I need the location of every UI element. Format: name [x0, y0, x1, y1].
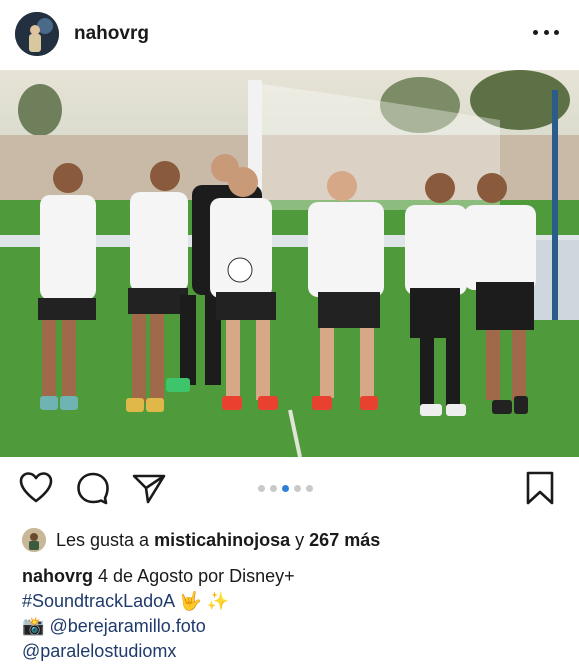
carousel-dot-active[interactable]: [282, 485, 289, 492]
caption-line-2: #SoundtrackLadoA 🤟 ✨: [22, 589, 229, 613]
carousel-dot[interactable]: [258, 485, 265, 492]
likes-connector: y: [295, 529, 305, 550]
likes-others[interactable]: 267 más: [309, 530, 380, 551]
carousel-indicator: [258, 485, 313, 492]
heart-icon[interactable]: [18, 470, 54, 506]
comment-icon[interactable]: [75, 470, 111, 506]
mention-link[interactable]: @paralelostudiomx: [22, 641, 176, 661]
liker-avatar[interactable]: [22, 528, 46, 552]
hashtag-link[interactable]: #SoundtrackLadoA: [22, 591, 174, 611]
hashtag-emoji: 🤟 ✨: [179, 591, 229, 611]
caption-line-1: nahovrg 4 de Agosto por Disney+: [22, 564, 295, 588]
likes-prefix: Les gusta a: [56, 529, 150, 550]
likes-line: Les gusta a misticahinojosa y 267 más: [22, 526, 380, 554]
caption-line-4: @paralelostudiomx: [22, 639, 176, 663]
post-photo[interactable]: [0, 70, 579, 457]
post-username[interactable]: nahovrg: [74, 23, 149, 45]
avatar[interactable]: [15, 12, 59, 56]
action-bar: [0, 470, 579, 514]
caption-line-3: 📸 @berejaramillo.foto: [22, 614, 206, 638]
carousel-dot[interactable]: [270, 485, 277, 492]
caption-author[interactable]: nahovrg: [22, 566, 93, 586]
mention-link[interactable]: @berejaramillo.foto: [49, 616, 205, 636]
carousel-dot[interactable]: [306, 485, 313, 492]
bookmark-icon[interactable]: [522, 470, 558, 506]
caption-text: 4 de Agosto por Disney+: [98, 566, 295, 586]
liker-username[interactable]: misticahinojosa: [154, 530, 290, 551]
share-icon[interactable]: [131, 470, 167, 506]
more-dots-icon[interactable]: [533, 22, 559, 42]
camera-emoji-icon: 📸: [22, 616, 45, 636]
carousel-dot[interactable]: [294, 485, 301, 492]
post-header: nahovrg: [0, 0, 579, 70]
